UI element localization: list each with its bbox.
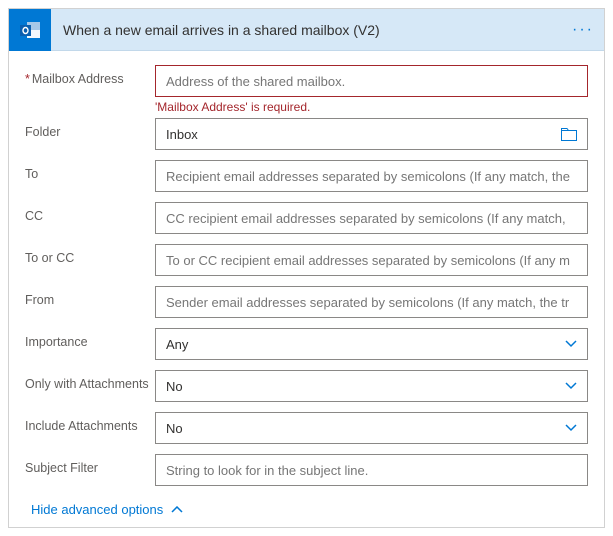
field-row-only-attachments: Only with Attachments No bbox=[25, 370, 588, 402]
required-star-icon: * bbox=[25, 72, 30, 86]
folder-value: Inbox bbox=[166, 127, 198, 142]
card-body: *Mailbox Address 'Mailbox Address' is re… bbox=[9, 51, 604, 527]
hide-advanced-options-link[interactable]: Hide advanced options bbox=[31, 502, 183, 517]
more-menu-button[interactable]: ··· bbox=[562, 21, 604, 39]
field-row-to: To bbox=[25, 160, 588, 192]
chevron-up-icon bbox=[171, 502, 183, 517]
from-input[interactable] bbox=[155, 286, 588, 318]
label-only-attachments: Only with Attachments bbox=[25, 370, 155, 392]
advanced-link-text: Hide advanced options bbox=[31, 502, 163, 517]
label-include-attachments: Include Attachments bbox=[25, 412, 155, 434]
label-from: From bbox=[25, 286, 155, 308]
field-row-folder: Folder Inbox bbox=[25, 118, 588, 150]
to-input[interactable] bbox=[155, 160, 588, 192]
label-to: To bbox=[25, 160, 155, 182]
only-attachments-select[interactable]: No bbox=[155, 370, 588, 402]
label-cc: CC bbox=[25, 202, 155, 224]
trigger-card: When a new email arrives in a shared mai… bbox=[8, 8, 605, 528]
outlook-icon bbox=[9, 9, 51, 51]
label-importance: Importance bbox=[25, 328, 155, 350]
mailbox-error-message: 'Mailbox Address' is required. bbox=[155, 100, 588, 114]
to-or-cc-input[interactable] bbox=[155, 244, 588, 276]
card-header: When a new email arrives in a shared mai… bbox=[9, 9, 604, 51]
label-mailbox: *Mailbox Address bbox=[25, 65, 155, 87]
only-attachments-value: No bbox=[166, 379, 183, 394]
field-row-include-attachments: Include Attachments No bbox=[25, 412, 588, 444]
mailbox-address-input[interactable] bbox=[155, 65, 588, 97]
ellipsis-icon: ··· bbox=[572, 21, 594, 39]
field-row-cc: CC bbox=[25, 202, 588, 234]
chevron-down-icon bbox=[565, 337, 577, 351]
importance-select[interactable]: Any bbox=[155, 328, 588, 360]
folder-picker[interactable]: Inbox bbox=[155, 118, 588, 150]
subject-filter-input[interactable] bbox=[155, 454, 588, 486]
label-folder: Folder bbox=[25, 118, 155, 140]
importance-value: Any bbox=[166, 337, 188, 352]
cc-input[interactable] bbox=[155, 202, 588, 234]
field-row-subject-filter: Subject Filter bbox=[25, 454, 588, 486]
chevron-down-icon bbox=[565, 421, 577, 435]
label-subject-filter: Subject Filter bbox=[25, 454, 155, 476]
folder-icon bbox=[561, 128, 577, 141]
include-attachments-value: No bbox=[166, 421, 183, 436]
field-row-from: From bbox=[25, 286, 588, 318]
include-attachments-select[interactable]: No bbox=[155, 412, 588, 444]
chevron-down-icon bbox=[565, 379, 577, 393]
label-to-or-cc: To or CC bbox=[25, 244, 155, 266]
field-row-mailbox: *Mailbox Address 'Mailbox Address' is re… bbox=[25, 65, 588, 114]
field-row-importance: Importance Any bbox=[25, 328, 588, 360]
card-title: When a new email arrives in a shared mai… bbox=[51, 22, 562, 38]
field-row-to-or-cc: To or CC bbox=[25, 244, 588, 276]
